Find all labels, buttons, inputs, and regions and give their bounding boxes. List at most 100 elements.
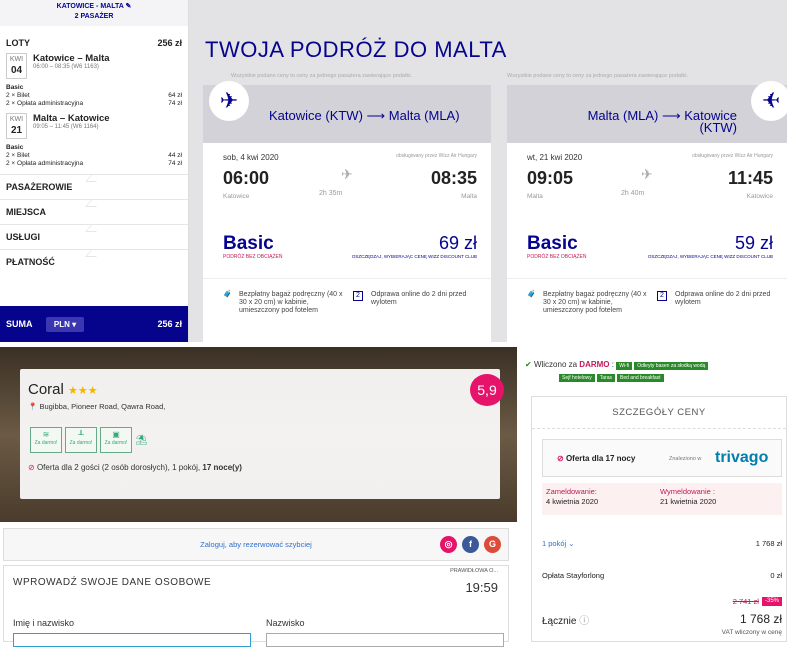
fee-row: Opłata Stayforlong 0 zł	[542, 571, 782, 580]
checkin-feature: 2 Odprawa online do 2 dni przed wylotem	[353, 291, 473, 307]
google-plus-icon[interactable]: G	[484, 536, 501, 553]
pool-icon: ╨	[78, 430, 84, 439]
departure-time: 06:00	[223, 168, 270, 188]
sum-total: 256 zł	[157, 319, 182, 329]
last-name-label: Nazwisko	[266, 618, 305, 628]
first-name-input[interactable]	[13, 633, 251, 647]
bag-feature: 🧳 Bezpłatny bagaż podręczny (40 x 30 x 20…	[223, 291, 343, 314]
discount-icon: ⊘	[28, 463, 35, 472]
plane-icon: ✈	[751, 81, 787, 121]
section-passengers[interactable]: PASAŻEROWIE	[0, 174, 188, 199]
savings-note: OSZCZĘDZAJ, WYBIERAJĄC CENĘ WIZZ DISCOUN…	[647, 254, 773, 259]
outbound-card[interactable]: Wszystkie podane ceny to ceny za jednego…	[203, 73, 491, 343]
calendar-icon: 2	[657, 291, 667, 301]
from-city: Malta	[527, 193, 543, 200]
card-body: wt, 21 kwi 2020 obsługiwany przez Wizz A…	[507, 143, 787, 343]
plane-arrow-icon: ✈	[641, 166, 653, 182]
countdown-timer: 19:59	[465, 580, 498, 595]
login-bar: Zaloguj, aby rezerwować szybciej ◎ f G	[3, 528, 509, 561]
trivago-offer: ⊘ Oferta dla 17 nocy Znaleziono w trivag…	[542, 439, 782, 477]
location-pin-icon: 📍	[28, 402, 38, 411]
currency-select[interactable]: PLN ▾	[45, 316, 85, 332]
flights-total: 256 zł	[157, 38, 182, 48]
calendar-icon: 2	[353, 291, 363, 301]
route-heading: Katowice (KTW) ⟶ Malta (MLA)	[269, 108, 460, 123]
tag-terrace: Taras	[596, 374, 615, 382]
departure-time: 09:05	[527, 168, 574, 188]
edit-icon[interactable]: ✎	[125, 3, 131, 10]
tag-pool: Odkryty basen za słodką wodą	[634, 362, 709, 370]
route-label: KATOWICE - MALTA	[56, 3, 124, 10]
facebook-icon[interactable]: f	[462, 536, 479, 553]
from-city: Katowice	[223, 193, 250, 200]
help-icon[interactable]: ⓘ	[579, 616, 589, 627]
chevron-down-icon[interactable]: ⌄	[568, 539, 574, 548]
form-title: WPROWADŹ SWOJE DANE OSOBOWE	[13, 577, 212, 588]
savings-note: OSZCZĘDZAJ, WYBIERAJĄC CENĘ WIZZ DISCOUN…	[351, 254, 477, 259]
wifi-amenity: ≋ Za darmo!	[30, 427, 62, 453]
sum-label: SUMA	[6, 319, 33, 329]
bag-icon: 🧳	[223, 291, 232, 298]
wifi-icon: ≋	[42, 430, 50, 439]
passenger-count: 2 PASAŻER	[74, 13, 114, 20]
date-box: KWI 04	[6, 53, 27, 79]
tag-safe: Sejf hotelowy	[559, 374, 595, 382]
fare-price: 69 zł	[438, 233, 477, 253]
section-seats[interactable]: MIEJSCA	[0, 199, 188, 224]
last-name-input[interactable]	[266, 633, 504, 647]
flight-time: 09:05 – 11:45 (W6 1164)	[33, 124, 99, 130]
rooms-row[interactable]: 1 pokój ⌄ 1 768 zł	[542, 539, 782, 548]
outbound-flight: KWI 04 Katowice – Malta 06:00 – 08:35 (W6 …	[0, 50, 188, 79]
to-city: Katowice	[746, 193, 773, 200]
login-link[interactable]: Zaloguj, aby rezerwować szybciej	[200, 540, 312, 549]
fare-sub: PODRÓŻ BEZ OBCIĄŻEŃ	[223, 254, 283, 260]
price-note: Wszystkie podane ceny to ceny za jednego…	[231, 73, 412, 79]
arrival-time: 08:35	[430, 168, 477, 188]
trivago-logo: trivago	[715, 449, 769, 466]
hotel-card: Coral ★★★ 📍 Bugibba, Pioneer Road, Qawra…	[20, 369, 500, 499]
hotel-name[interactable]: Coral ★★★	[28, 381, 98, 398]
price-note: Wszystkie podane ceny to ceny za jednego…	[507, 73, 688, 79]
flight-date: sob, 4 kwi 2020	[223, 153, 279, 162]
tag-breakfast: Bed and breakfast	[616, 374, 664, 382]
fare-name: Basic	[527, 233, 578, 254]
bag-icon: 🧳	[527, 291, 536, 298]
stay-dates: Zameldowanie: 4 kwietnia 2020 Wymeldowan…	[542, 483, 782, 515]
rating-score: 5,9	[470, 374, 504, 406]
discount-icon: ⊘	[557, 454, 564, 463]
safe-icon: ▣	[112, 430, 120, 439]
flight-date: wt, 21 kwi 2020	[527, 153, 583, 162]
plane-icon: ✈	[209, 81, 249, 121]
fare-sub: PODRÓŻ BEZ OBCIĄŻEŃ	[527, 254, 587, 260]
personal-data-form: WPROWADŹ SWOJE DANE OSOBOWE PRAWIDŁOWA O…	[3, 565, 509, 647]
pool-amenity: ╨ Za darmo!	[65, 427, 97, 453]
instagram-icon[interactable]: ◎	[440, 536, 457, 553]
vat-note: VAT wliczony w cenę	[721, 629, 782, 636]
route-header[interactable]: KATOWICE - MALTA ✎ 2 PASAŻER	[0, 0, 188, 26]
check-circle-icon: ✔	[525, 360, 532, 369]
route-heading: Malta (MLA) ⟶ Katowice (KTW)	[587, 108, 737, 135]
section-services[interactable]: USŁUGI	[0, 224, 188, 249]
tag-wifi: Wi-fi	[616, 362, 633, 370]
total-row: Łącznie ⓘ 1 768 zł	[542, 612, 782, 627]
flight-route: Malta – Katowice	[33, 113, 110, 124]
to-city: Malta	[461, 193, 477, 200]
booking-sidebar: KATOWICE - MALTA ✎ 2 PASAŻER LOTY 256 zł…	[0, 0, 189, 342]
offer-summary: ⊘ Oferta dla 2 gości (2 osób dorosłych),…	[28, 463, 242, 472]
included-free: ✔ Wliczono za DARMO : Wi-fi Odkryty basen…	[525, 360, 710, 382]
section-payment[interactable]: PŁATNOŚĆ	[0, 249, 188, 274]
arrival-time: 11:45	[727, 168, 773, 188]
duration: 2h 40m	[621, 190, 645, 197]
price-title: SZCZEGÓŁY CENY	[532, 397, 786, 429]
flight-time: 06:00 – 08:35 (W6 1163)	[33, 64, 99, 70]
card-header: ✈ Malta (MLA) ⟶ Katowice (KTW)	[507, 81, 787, 143]
flights-section: LOTY 256 zł	[0, 36, 188, 50]
discount-badge: -35%	[761, 597, 782, 606]
inbound-flight: KWI 21 Malta – Katowice 09:05 – 11:45 (W6 …	[0, 110, 188, 139]
hotel-address: 📍 Bugibba, Pioneer Road, Qawra Road,	[28, 402, 166, 411]
found-label: Znaleziono w	[669, 456, 702, 462]
star-rating: ★★★	[68, 385, 98, 397]
checkin-feature: 2 Odprawa online do 2 dni przed wylotem	[657, 291, 777, 307]
return-card[interactable]: Wszystkie podane ceny to ceny za jednego…	[507, 73, 787, 343]
validity-label: PRAWIDŁOWA O...	[450, 568, 498, 574]
